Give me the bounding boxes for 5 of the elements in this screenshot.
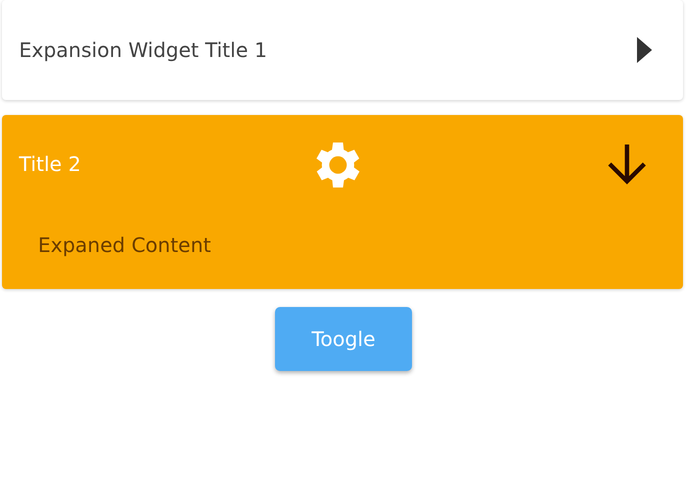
- caret-icon[interactable]: [637, 37, 653, 63]
- panel-title[interactable]: Title 2: [19, 152, 601, 176]
- panel-content: Expaned Content: [38, 232, 211, 257]
- panel-title[interactable]: Expansion Widget Title 1: [19, 38, 637, 62]
- toggle-button[interactable]: Toogle: [275, 307, 412, 371]
